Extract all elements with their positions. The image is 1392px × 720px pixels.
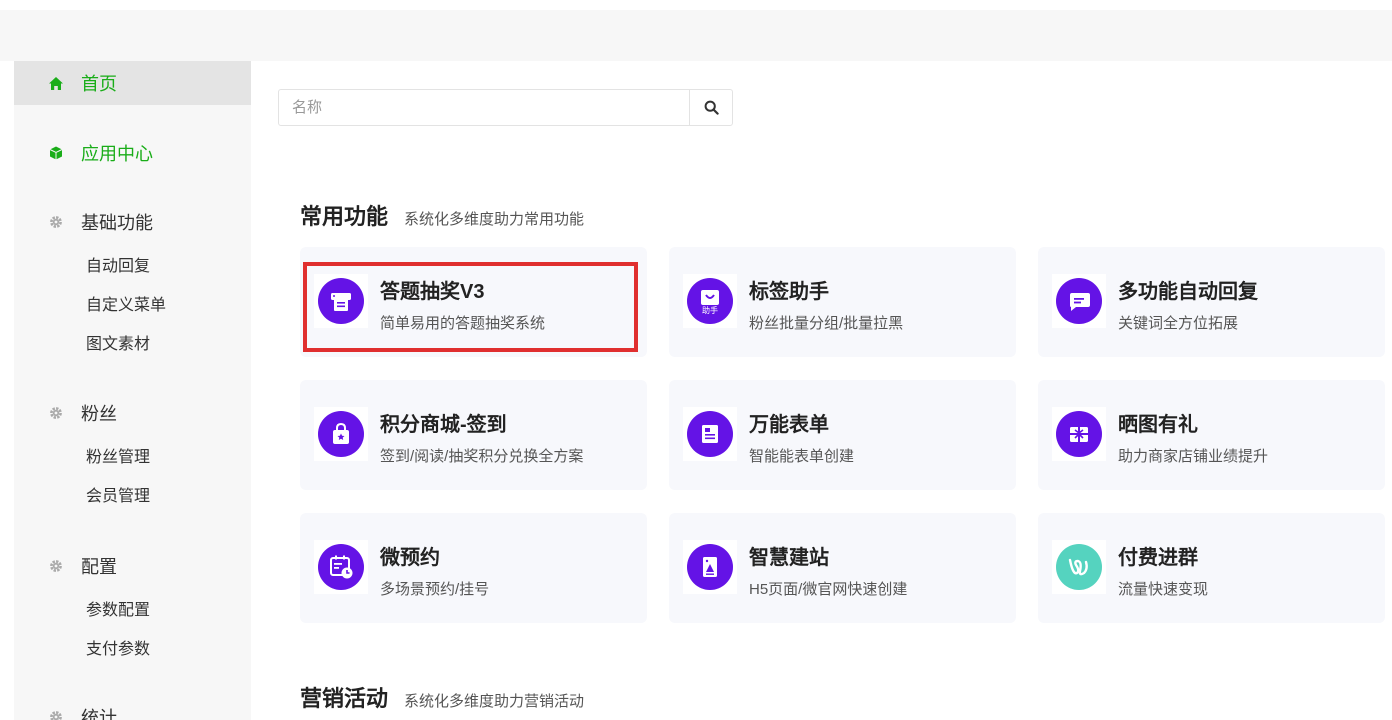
sidebar-item-home[interactable]: 首页 bbox=[14, 61, 251, 105]
shopping-bag-icon bbox=[318, 411, 364, 457]
chat-bubble-icon bbox=[1056, 278, 1102, 324]
sidebar-subitem-member-manage[interactable]: 会员管理 bbox=[14, 474, 251, 513]
gift-icon bbox=[1056, 411, 1102, 457]
sidebar-group-fans: 粉丝 粉丝管理 会员管理 bbox=[14, 391, 251, 513]
app-card[interactable]: 积分商城-签到 签到/阅读/抽奖积分兑换全方案 bbox=[300, 380, 647, 490]
app-card[interactable]: 付费进群 流量快速变现 bbox=[1038, 513, 1385, 623]
sidebar-group-stats: 统计 bbox=[14, 695, 251, 720]
app-card[interactable]: 万能表单 智能能表单创建 bbox=[669, 380, 1016, 490]
app-icon-text: 助手 bbox=[702, 305, 718, 315]
section-subtitle: 系统化多维度助力营销活动 bbox=[404, 693, 585, 710]
home-icon bbox=[48, 75, 64, 91]
app-name: 标签助手 bbox=[749, 281, 829, 303]
app-icon-frame: 助手 bbox=[683, 274, 737, 328]
app-name: 多功能自动回复 bbox=[1118, 281, 1258, 303]
tag-bag-icon: 助手 bbox=[687, 278, 733, 324]
app-desc: 多场景预约/挂号 bbox=[380, 581, 490, 598]
sidebar-item-fans[interactable]: 粉丝 bbox=[14, 391, 251, 435]
app-desc: 粉丝批量分组/批量拉黑 bbox=[749, 315, 904, 332]
app-card[interactable]: 微预约 多场景预约/挂号 bbox=[300, 513, 647, 623]
sidebar-subitem-media[interactable]: 图文素材 bbox=[14, 322, 251, 361]
sidebar-subitem-custom-menu[interactable]: 自定义菜单 bbox=[14, 283, 251, 322]
sidebar-item-label: 统计 bbox=[81, 708, 117, 720]
section-subtitle: 系统化多维度助力常用功能 bbox=[404, 211, 585, 228]
sidebar-subitem-fans-manage[interactable]: 粉丝管理 bbox=[14, 435, 251, 474]
app-icon-frame bbox=[683, 407, 737, 461]
app-card[interactable]: 多功能自动回复 关键词全方位拓展 bbox=[1038, 247, 1385, 357]
main-content: 常用功能 系统化多维度助力常用功能 答题抽奖V3 简单易用的答题抽奖系统 助手 … bbox=[251, 61, 1392, 720]
app-icon-frame bbox=[683, 540, 737, 594]
search-input[interactable] bbox=[279, 90, 689, 125]
sidebar-item-label: 配置 bbox=[81, 557, 117, 577]
section-title: 常用功能 bbox=[300, 204, 389, 229]
app-icon-frame bbox=[314, 274, 368, 328]
sidebar: 首页 应用中心 基础功能 自动回复 自定义菜单 图文素材 粉丝 粉丝管理 会员管… bbox=[14, 61, 251, 720]
sidebar-item-config[interactable]: 配置 bbox=[14, 544, 251, 588]
app-name: 微预约 bbox=[380, 547, 440, 569]
app-desc: 签到/阅读/抽奖积分兑换全方案 bbox=[380, 448, 584, 465]
sidebar-item-basic[interactable]: 基础功能 bbox=[14, 200, 251, 244]
search-icon bbox=[704, 100, 719, 115]
sidebar-item-app-center[interactable]: 应用中心 bbox=[14, 131, 251, 175]
sidebar-item-label: 首页 bbox=[81, 74, 117, 94]
sidebar-group-app-center: 应用中心 bbox=[14, 131, 251, 175]
app-desc: H5页面/微官网快速创建 bbox=[749, 581, 908, 598]
sidebar-group-home: 首页 bbox=[14, 61, 251, 105]
sidebar-subitem-params[interactable]: 参数配置 bbox=[14, 588, 251, 627]
app-name: 万能表单 bbox=[749, 414, 829, 436]
form-icon bbox=[687, 411, 733, 457]
app-card[interactable]: 智慧建站 H5页面/微官网快速创建 bbox=[669, 513, 1016, 623]
app-name: 付费进群 bbox=[1118, 547, 1198, 569]
section-header-marketing: 营销活动 系统化多维度助力营销活动 bbox=[300, 681, 584, 713]
sidebar-group-basic: 基础功能 自动回复 自定义菜单 图文素材 bbox=[14, 200, 251, 361]
app-desc: 关键词全方位拓展 bbox=[1118, 315, 1239, 332]
app-desc: 智能能表单创建 bbox=[749, 448, 855, 465]
group-logo-icon bbox=[1056, 544, 1102, 590]
app-name: 智慧建站 bbox=[749, 547, 829, 569]
app-icon-frame bbox=[1052, 274, 1106, 328]
gear-icon bbox=[48, 709, 64, 720]
sidebar-item-label: 应用中心 bbox=[81, 144, 153, 164]
gear-icon bbox=[48, 214, 64, 230]
sidebar-group-config: 配置 参数配置 支付参数 bbox=[14, 544, 251, 666]
section-title: 营销活动 bbox=[300, 686, 389, 711]
calendar-clock-icon bbox=[318, 544, 364, 590]
top-bar bbox=[0, 10, 1392, 61]
app-desc: 简单易用的答题抽奖系统 bbox=[380, 315, 546, 332]
sidebar-subitem-payment[interactable]: 支付参数 bbox=[14, 627, 251, 666]
app-icon-frame bbox=[1052, 407, 1106, 461]
sidebar-item-label: 粉丝 bbox=[81, 404, 117, 424]
sidebar-subitem-auto-reply[interactable]: 自动回复 bbox=[14, 244, 251, 283]
app-desc: 流量快速变现 bbox=[1118, 581, 1209, 598]
app-name: 答题抽奖V3 bbox=[380, 281, 485, 303]
app-desc: 助力商家店铺业绩提升 bbox=[1118, 448, 1269, 465]
app-name: 晒图有礼 bbox=[1118, 414, 1198, 436]
app-card[interactable]: 晒图有礼 助力商家店铺业绩提升 bbox=[1038, 380, 1385, 490]
site-page-icon bbox=[687, 544, 733, 590]
printer-icon bbox=[318, 278, 364, 324]
section-header-common: 常用功能 系统化多维度助力常用功能 bbox=[300, 199, 584, 231]
gear-icon bbox=[48, 405, 64, 421]
app-icon-frame bbox=[1052, 540, 1106, 594]
app-name: 积分商城-签到 bbox=[380, 414, 507, 436]
search-box bbox=[278, 89, 733, 126]
sidebar-item-label: 基础功能 bbox=[81, 213, 153, 233]
app-icon-frame bbox=[314, 407, 368, 461]
app-card[interactable]: 助手 标签助手 粉丝批量分组/批量拉黑 bbox=[669, 247, 1016, 357]
search-button[interactable] bbox=[689, 90, 732, 125]
cube-icon bbox=[48, 145, 64, 161]
app-card[interactable]: 答题抽奖V3 简单易用的答题抽奖系统 bbox=[300, 247, 647, 357]
gear-icon bbox=[48, 558, 64, 574]
app-icon-frame bbox=[314, 540, 368, 594]
sidebar-item-stats[interactable]: 统计 bbox=[14, 695, 251, 720]
